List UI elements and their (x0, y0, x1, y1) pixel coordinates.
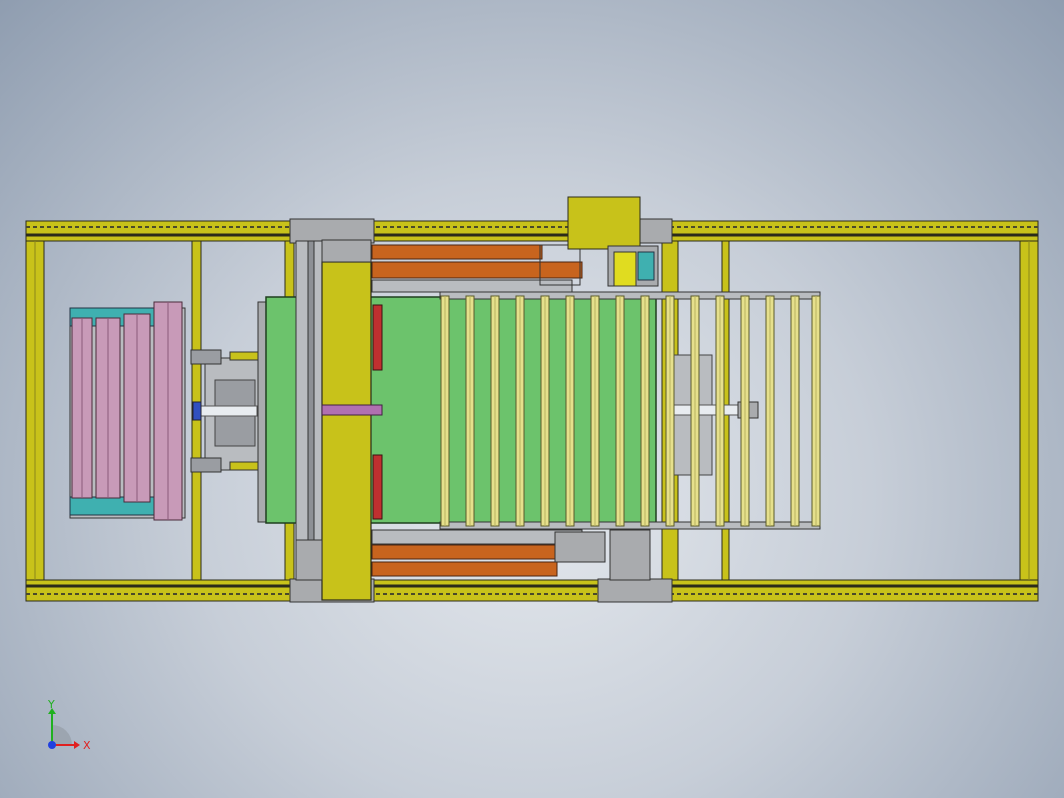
bottom-rail (25, 579, 1039, 602)
gantry (295, 239, 383, 601)
cad-viewport[interactable]: X Y (0, 0, 1064, 798)
axis-z-dot (48, 741, 56, 749)
coordinate-triad: X Y (47, 698, 91, 752)
stopper-lower (372, 454, 383, 520)
rail-plate-bottom-right (597, 578, 673, 603)
pusher-carriage (190, 301, 271, 523)
top-rail (25, 220, 1039, 242)
axis-x-label: X (83, 739, 91, 752)
motor-housing (567, 196, 641, 250)
machine-top-view-drawing: X Y (25, 196, 1039, 752)
roll-magazine (69, 301, 186, 521)
motor-drum (613, 251, 637, 287)
axis-y-label: Y (47, 698, 55, 711)
pusher-rod (194, 405, 258, 417)
stopper-upper (372, 304, 383, 371)
rail-plate-top-left (289, 218, 375, 244)
gantry-beam (321, 261, 372, 601)
